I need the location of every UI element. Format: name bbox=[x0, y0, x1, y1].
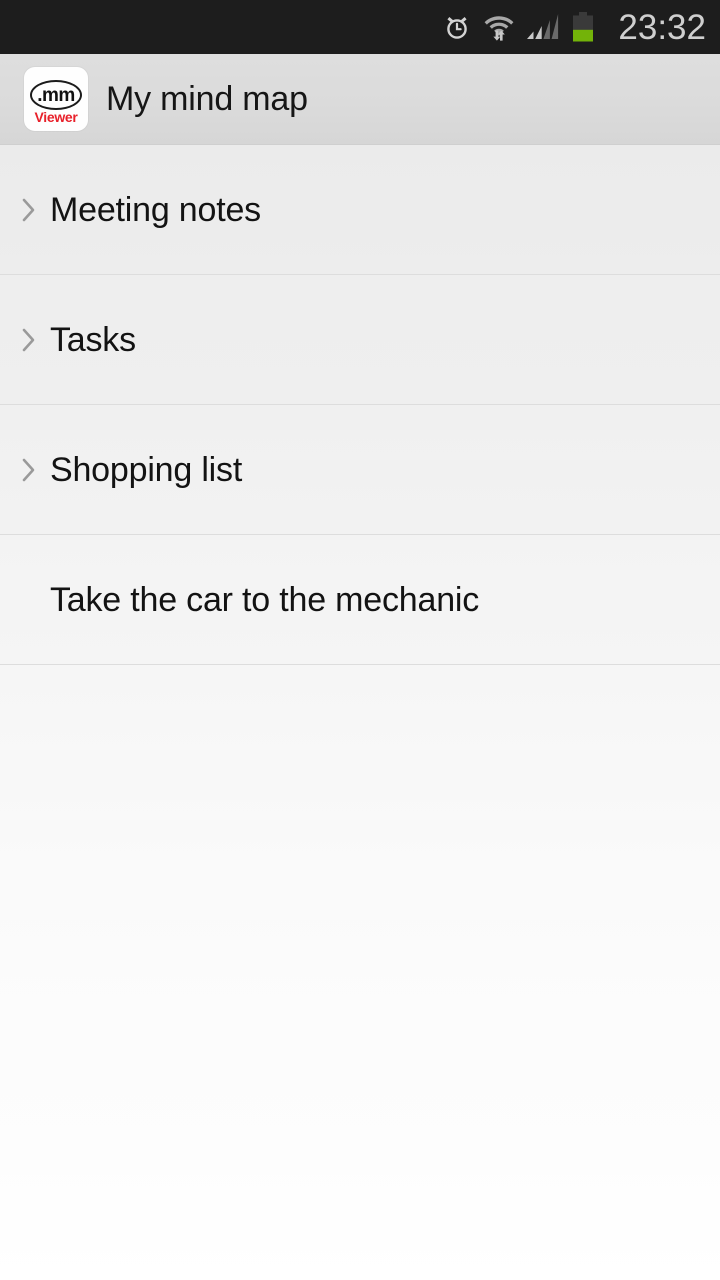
list-item[interactable]: Meeting notes bbox=[0, 145, 720, 275]
chevron-right-icon bbox=[18, 325, 40, 355]
mind-map-node-list: Meeting notes Tasks Shopping list Take t… bbox=[0, 145, 720, 665]
chevron-right-icon bbox=[18, 455, 40, 485]
battery-icon bbox=[573, 12, 594, 42]
list-item[interactable]: Take the car to the mechanic bbox=[0, 535, 720, 665]
list-item[interactable]: Shopping list bbox=[0, 405, 720, 535]
page-title: My mind map bbox=[106, 80, 308, 118]
empty-list-area bbox=[0, 665, 720, 1280]
app-icon-subtitle: Viewer bbox=[34, 109, 78, 125]
status-bar-clock: 23:32 bbox=[618, 7, 706, 47]
action-bar: .mm Viewer My mind map bbox=[0, 54, 720, 145]
chevron-right-icon bbox=[18, 195, 40, 225]
alarm-clock-icon bbox=[447, 17, 468, 39]
app-icon-monogram: .mm bbox=[37, 84, 75, 106]
list-item-label: Shopping list bbox=[50, 450, 243, 489]
status-bar: 23:32 bbox=[0, 0, 720, 54]
mm-viewer-app-icon[interactable]: .mm Viewer bbox=[24, 67, 88, 131]
list-item-label: Tasks bbox=[50, 320, 136, 359]
app-icon-ellipse: .mm bbox=[30, 80, 82, 110]
phone-screen: 23:32 .mm Viewer My mind map Meeting not… bbox=[0, 0, 720, 1280]
wifi-transfer-icon bbox=[485, 16, 514, 41]
list-item[interactable]: Tasks bbox=[0, 275, 720, 405]
list-item-label: Take the car to the mechanic bbox=[50, 580, 480, 619]
cellular-signal-icon bbox=[527, 14, 559, 39]
list-item-label: Meeting notes bbox=[50, 190, 261, 229]
status-bar-icons: 23:32 bbox=[442, 10, 706, 45]
